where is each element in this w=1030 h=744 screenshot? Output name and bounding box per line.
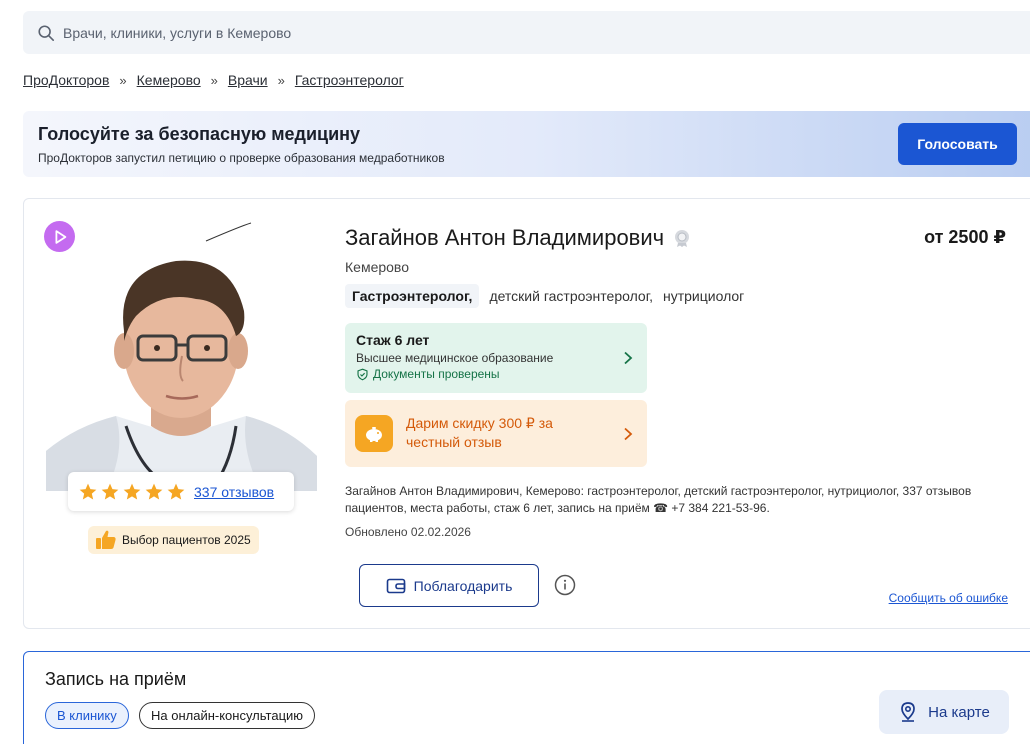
badge-label: Выбор пациентов 2025 [122, 533, 251, 547]
star-icon [79, 483, 97, 499]
experience-card[interactable]: Стаж 6 лет Высшее медицинское образовани… [345, 323, 647, 393]
play-icon[interactable] [44, 221, 75, 252]
review-promo-card[interactable]: Дарим скидку 300 ₽ за честный отзыв [345, 400, 647, 467]
banner-title: Голосуйте за безопасную медицину [38, 124, 361, 144]
breadcrumb-item-city[interactable]: Кемерово [137, 72, 201, 88]
info-icon[interactable] [554, 574, 576, 596]
map-button[interactable]: На карте [879, 690, 1009, 734]
rating-stars [78, 482, 186, 502]
promo-text: Дарим скидку 300 ₽ за честный отзыв [406, 415, 553, 450]
doctor-photo[interactable] [46, 221, 317, 491]
breadcrumb-separator: » [277, 72, 285, 88]
specialties: Гастроэнтеролог, детский гастроэнтеролог… [345, 284, 744, 308]
updated-date: Обновлено 02.02.2026 [345, 525, 471, 539]
search-input[interactable] [63, 24, 663, 41]
banner-subtitle: ПроДокторов запустил петицию о проверке … [38, 151, 445, 165]
breadcrumb-item-specialty[interactable]: Гастроэнтеролог [295, 72, 404, 88]
doctor-description: Загайнов Антон Владимирович, Кемерово: г… [345, 484, 972, 515]
patients-choice-badge: Выбор пациентов 2025 [88, 526, 259, 554]
search-icon [38, 24, 55, 41]
tab-clinic[interactable]: В клинику [45, 702, 129, 729]
breadcrumb-item-prodoctorov[interactable]: ПроДокторов [23, 72, 109, 88]
thumbs-up-icon [96, 530, 116, 549]
medal-icon[interactable] [672, 228, 692, 248]
documents-verified: Документы проверены [356, 367, 636, 381]
wallet-icon [386, 578, 405, 593]
report-error-link[interactable]: Сообщить об ошибке [889, 591, 1008, 605]
map-pin-icon [901, 702, 916, 722]
doctor-name: Загайнов Антон Владимирович [345, 225, 665, 250]
piggy-bank-icon [355, 415, 393, 452]
experience-title: Стаж 6 лет [356, 332, 430, 348]
petition-banner: Голосуйте за безопасную медицину ПроДокт… [23, 111, 1030, 177]
breadcrumb-separator: » [119, 72, 127, 88]
breadcrumb-separator: » [210, 72, 218, 88]
rating-box: 337 отзывов [68, 472, 294, 511]
specialty-item[interactable]: детский гастроэнтеролог, [489, 288, 653, 304]
booking-title: Запись на приём [45, 669, 187, 689]
search-bar[interactable] [23, 11, 1030, 54]
doctor-name-row: Загайнов Антон Владимирович [345, 225, 692, 251]
chevron-right-icon [624, 351, 633, 365]
chevron-right-icon [624, 427, 633, 440]
shield-check-icon [357, 368, 368, 380]
main-specialty[interactable]: Гастроэнтеролог, [345, 284, 480, 308]
doctor-card: 337 отзывов Выбор пациентов 2025 Загайно… [23, 198, 1030, 629]
thank-button-label: Поблагодарить [413, 577, 513, 594]
verified-label: Документы проверены [373, 367, 500, 381]
vote-button[interactable]: Голосовать [898, 123, 1017, 165]
education-text: Высшее медицинское образование [356, 351, 554, 365]
breadcrumb: ПроДокторов » Кемерово » Врачи » Гастроэ… [23, 72, 404, 88]
breadcrumb-item-doctors[interactable]: Врачи [228, 72, 268, 88]
price: от 2500 ₽ [924, 227, 1006, 247]
specialty-item[interactable]: нутрициолог [663, 288, 744, 304]
tab-online[interactable]: На онлайн-консультацию [139, 702, 316, 729]
star-icon [123, 483, 141, 499]
thank-button[interactable]: Поблагодарить [359, 564, 539, 607]
booking-section: Запись на приём В клинику На онлайн-конс… [23, 651, 1030, 744]
reviews-link[interactable]: 337 отзывов [194, 484, 274, 500]
map-button-label: На карте [928, 703, 990, 721]
star-icon [145, 483, 163, 499]
doctor-city: Кемерово [345, 259, 409, 275]
star-icon [101, 483, 119, 499]
star-icon [167, 483, 185, 499]
